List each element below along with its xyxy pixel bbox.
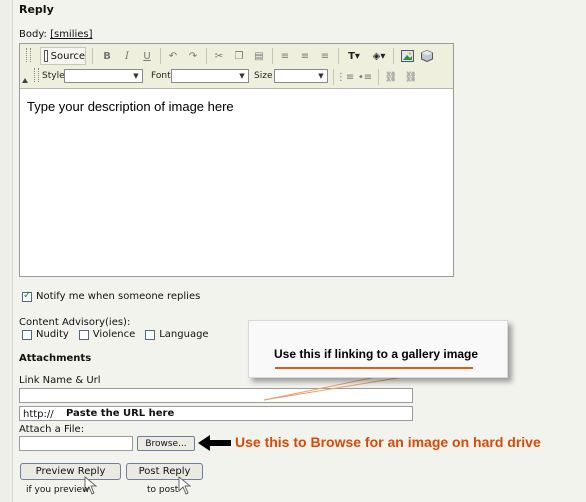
- post-caption: to post: [147, 485, 179, 495]
- callout-underline: [275, 367, 473, 369]
- callout-pointer-lines: [263, 365, 471, 401]
- cursor-pointer-icon: [178, 476, 192, 495]
- preview-caption: if you preview: [26, 485, 90, 495]
- callout-box: Use this if linking to a gallery image: [248, 320, 508, 378]
- preview-reply-button[interactable]: Preview Reply: [20, 463, 121, 480]
- callout-text: Use this if linking to a gallery image: [274, 347, 479, 361]
